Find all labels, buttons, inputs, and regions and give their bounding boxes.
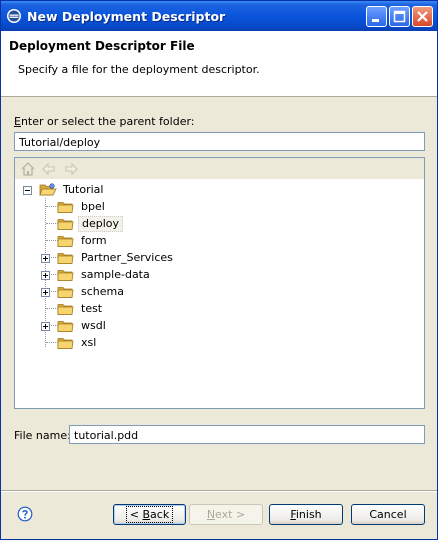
close-icon bbox=[417, 11, 428, 22]
close-button[interactable] bbox=[412, 6, 433, 27]
minimize-icon bbox=[372, 19, 379, 22]
expand-toggle[interactable] bbox=[41, 253, 50, 263]
expand-toggle[interactable] bbox=[41, 287, 50, 297]
back-button[interactable]: < Back bbox=[113, 504, 186, 525]
folder-icon bbox=[57, 321, 74, 332]
eclipse-icon bbox=[7, 9, 21, 23]
folder-icon bbox=[57, 253, 74, 264]
page-description: Specify a file for the deployment descri… bbox=[18, 63, 260, 76]
tree-node-label: xsl bbox=[81, 336, 97, 349]
folder-icon bbox=[57, 270, 74, 281]
folder-tree[interactable]: Tutorial bpel deploy form Partner_Servicess… bbox=[14, 157, 425, 409]
folder-icon bbox=[57, 219, 74, 230]
home-icon[interactable] bbox=[20, 161, 36, 177]
tree-node-label: deploy bbox=[78, 216, 124, 232]
tree-node-label: form bbox=[81, 234, 107, 247]
separator bbox=[1, 490, 437, 492]
finish-button[interactable]: Finish bbox=[269, 504, 343, 525]
back-arrow-icon[interactable] bbox=[41, 161, 57, 177]
forward-arrow-icon[interactable] bbox=[63, 161, 79, 177]
cancel-button[interactable]: Cancel bbox=[351, 504, 425, 525]
parent-folder-label: Enter or select the parent folder: bbox=[14, 115, 195, 128]
maximize-icon bbox=[393, 10, 406, 23]
dialog-window: New Deployment Descriptor Deployment Des… bbox=[0, 0, 438, 540]
folder-icon bbox=[57, 338, 74, 349]
file-name-label: File name: bbox=[14, 429, 71, 442]
tree-node-label: schema bbox=[81, 285, 124, 298]
tree-node-label: Partner_Services bbox=[81, 251, 173, 264]
folder-icon bbox=[57, 202, 74, 213]
help-icon[interactable] bbox=[17, 506, 33, 522]
expand-toggle[interactable] bbox=[41, 321, 50, 331]
collapse-toggle[interactable] bbox=[23, 185, 32, 195]
file-name-input[interactable]: tutorial.pdd bbox=[69, 425, 425, 444]
tree-node-label: wsdl bbox=[81, 319, 106, 332]
title-bar[interactable]: New Deployment Descriptor bbox=[1, 1, 437, 31]
parent-folder-input[interactable]: Tutorial/deploy bbox=[14, 132, 425, 151]
tree-toolbar bbox=[15, 158, 424, 179]
folder-icon bbox=[57, 236, 74, 247]
tree-node-label: Tutorial bbox=[63, 183, 104, 196]
window-title: New Deployment Descriptor bbox=[27, 9, 226, 24]
next-button[interactable]: Next > bbox=[189, 504, 263, 525]
folder-open-icon bbox=[39, 183, 57, 196]
minimize-button[interactable] bbox=[366, 6, 387, 27]
folder-icon bbox=[57, 287, 74, 298]
page-title: Deployment Descriptor File bbox=[9, 39, 195, 53]
tree-node-label: bpel bbox=[81, 200, 105, 213]
expand-toggle[interactable] bbox=[41, 270, 50, 280]
maximize-button[interactable] bbox=[389, 6, 410, 27]
tree-node-label: test bbox=[81, 302, 103, 315]
wizard-header: Deployment Descriptor File Specify a fil… bbox=[1, 31, 437, 97]
folder-icon bbox=[57, 304, 74, 315]
tree-node-label: sample-data bbox=[81, 268, 150, 281]
